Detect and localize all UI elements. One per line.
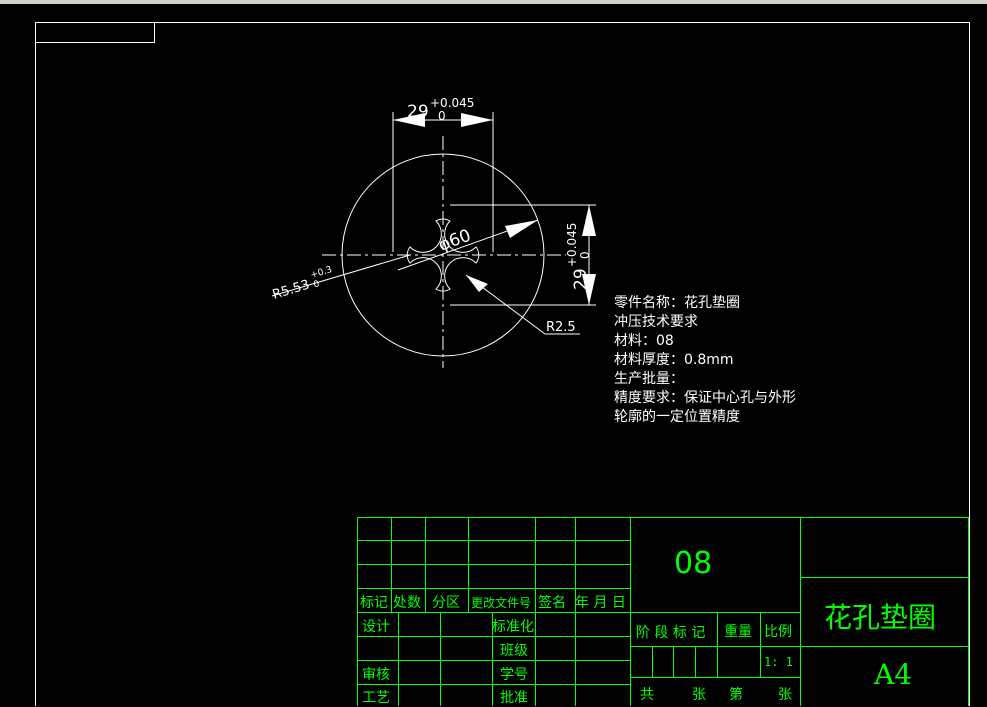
dim-height-upper: +0.045 [565,223,579,267]
label-weight: 重量 [724,624,752,640]
label-class: 班级 [500,643,528,659]
dim-height-lower: 0 [578,251,592,259]
note-line: 生产批量： [614,371,684,387]
dim-radius-small-value: R5.53 [271,277,312,302]
note-line: 零件名称：花孔垫圈 [614,295,740,311]
dim-radius-small-lower: 0 [312,279,321,290]
label-sheets-2: 张 [778,687,792,703]
rev-header-date: 年 月 日 [575,595,626,611]
dim-radius-corner: R2.5 [546,320,576,335]
note-line: 材料厚度：0.8mm [614,352,734,368]
label-process: 工艺 [362,690,390,706]
label-stage-mark: 阶 段 标 记 [636,625,706,641]
material-value: 08 [674,546,713,581]
dim-height-value: 29 [571,268,591,290]
dim-width-upper: +0.045 [430,96,474,110]
rev-header-zone: 分区 [432,595,460,611]
note-line: 精度要求：保证中心孔与外形 [614,390,796,406]
dim-width-value: 29 [407,102,429,122]
rev-header-count: 处数 [393,595,421,611]
label-ratio: 比例 [764,624,792,640]
label-design: 设计 [362,619,390,635]
note-line: 轮廓的一定位置精度 [614,409,740,425]
label-sheets: 张 [692,687,706,703]
label-sheet-no: 第 [729,687,743,703]
dimension-text: 29 +0.045 0 φ60 29 +0.045 0 R5.53 +0.3 0… [271,96,592,335]
rev-header-sign: 签名 [538,595,566,611]
rev-header-mark: 标记 [360,595,388,611]
label-total: 共 [640,687,654,703]
label-student-id: 学号 [500,667,528,683]
note-line: 材料：08 [614,333,674,349]
dimension-lines [271,112,596,335]
rev-header-docno: 更改文件号 [471,596,532,610]
window-top-strip [0,0,987,4]
technical-notes: 零件名称：花孔垫圈 冲压技术要求 材料：08 材料厚度：0.8mm 生产批量： … [614,294,796,427]
label-approve: 批准 [500,690,528,706]
scale-value: 1: 1 [764,655,793,669]
note-line: 冲压技术要求 [614,314,698,330]
label-standardize: 标准化 [492,619,534,635]
dimension-arrows [393,113,596,305]
dim-width-lower: 0 [438,109,446,123]
part-name-title: 花孔垫圈 [824,601,937,634]
sheet-size: A4 [874,658,913,691]
label-review: 审核 [362,667,390,683]
